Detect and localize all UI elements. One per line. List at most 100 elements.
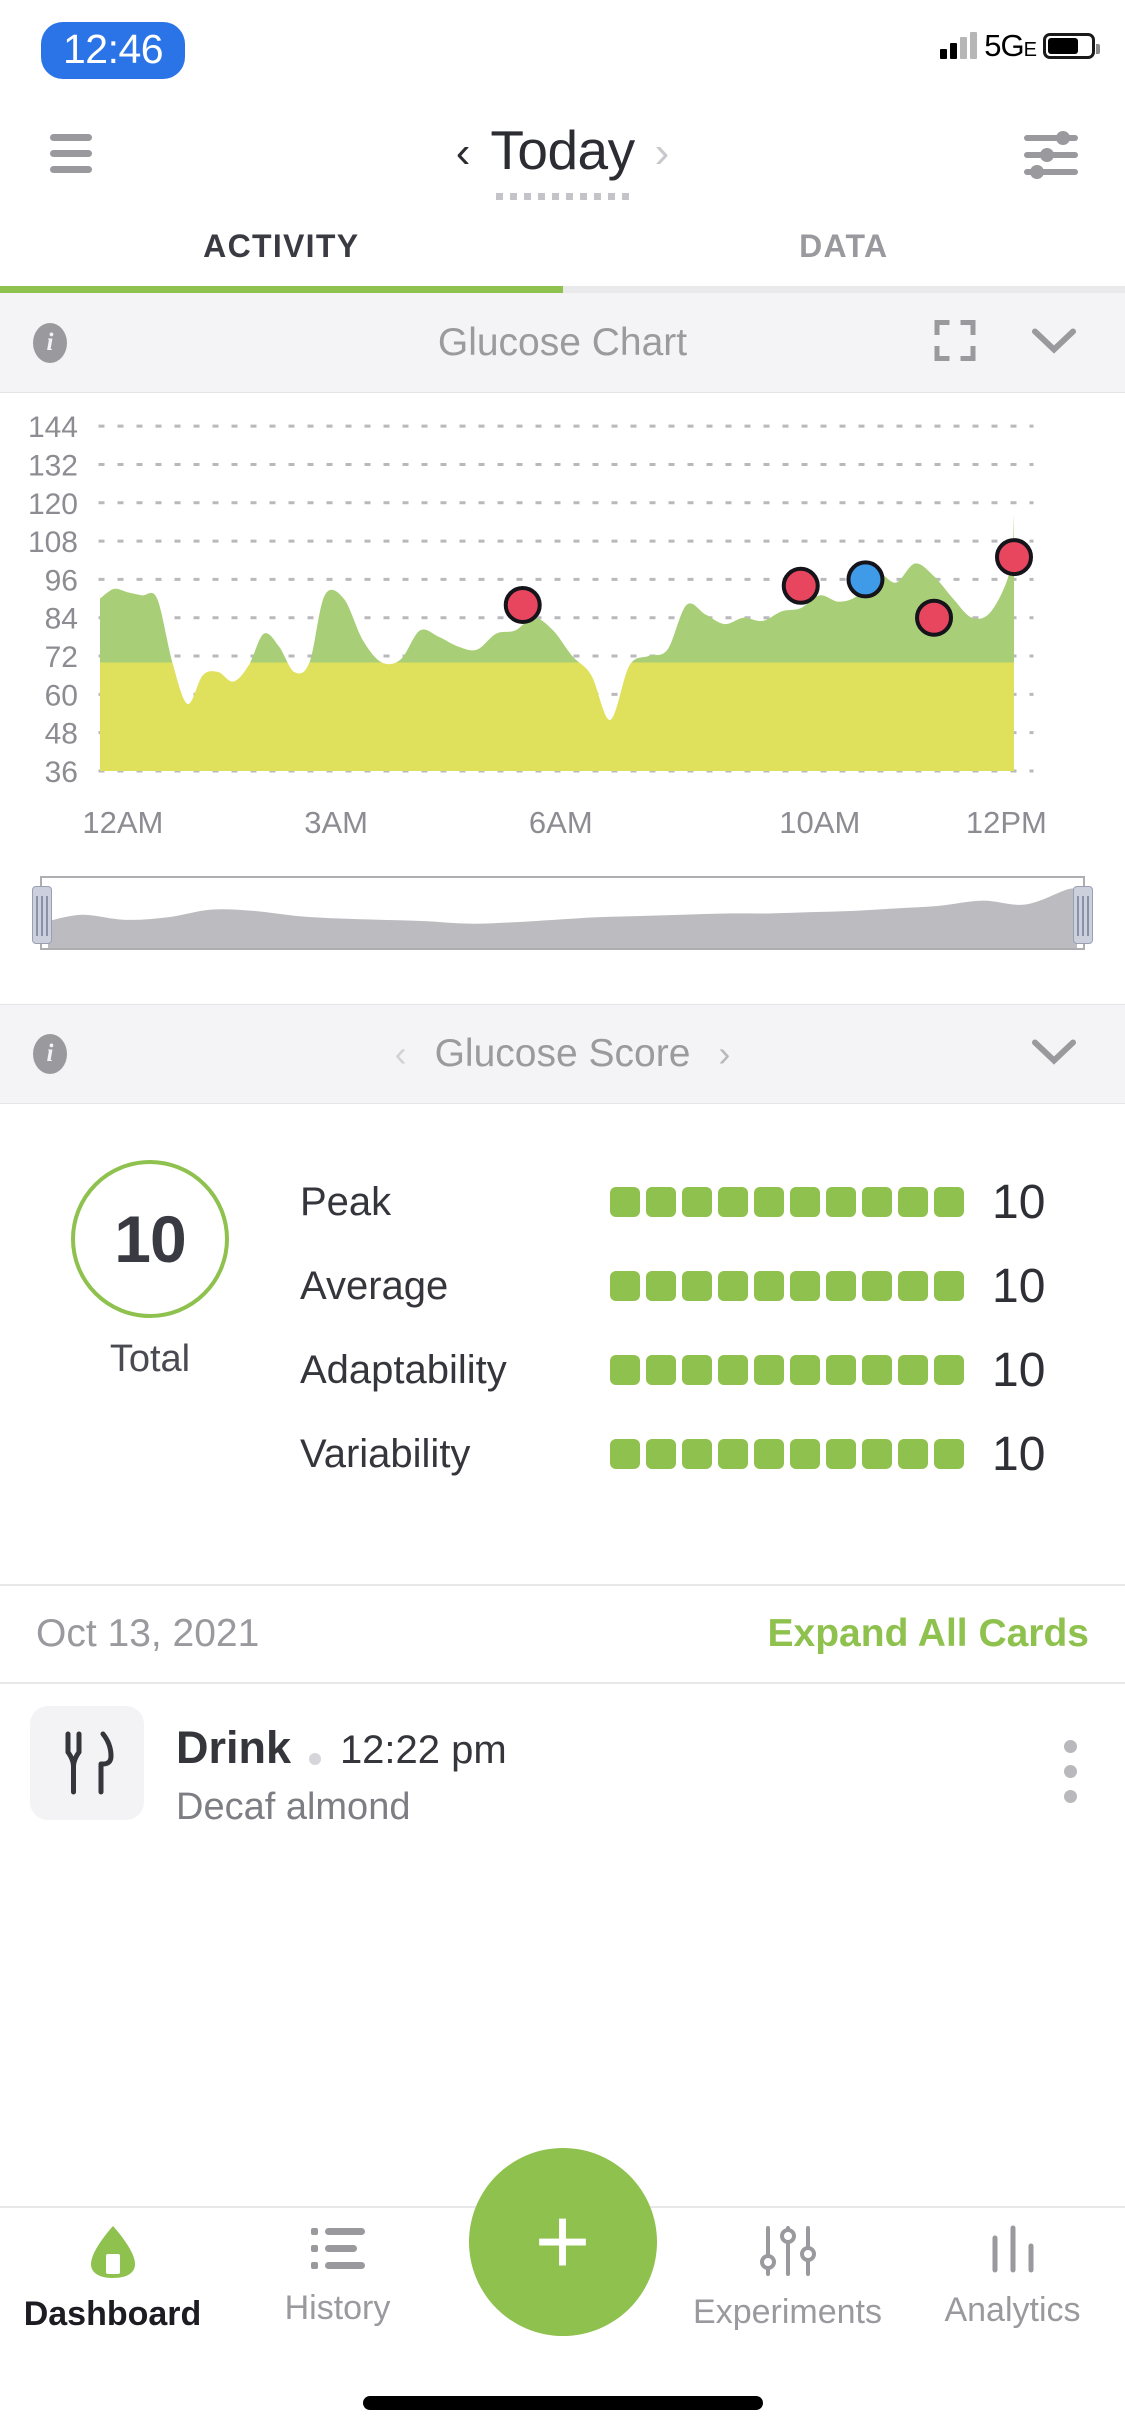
- metric-bar-segment: [646, 1271, 676, 1301]
- x-axis-tick: 12AM: [82, 805, 163, 840]
- metric-bar-segment: [718, 1271, 748, 1301]
- svg-text:96: 96: [45, 564, 78, 597]
- glucose-chart-svg[interactable]: 144132120108968472604836: [0, 393, 1125, 793]
- metric-bar: [610, 1271, 964, 1301]
- expand-all-cards-button[interactable]: Expand All Cards: [768, 1612, 1089, 1656]
- metric-bar-segment: [790, 1355, 820, 1385]
- chevron-down-icon[interactable]: [1031, 1038, 1077, 1071]
- chevron-left-icon[interactable]: ‹: [456, 131, 471, 175]
- list-item[interactable]: Drink 12:22 pm Decaf almond: [0, 1682, 1125, 1852]
- chevron-down-icon[interactable]: [1031, 326, 1077, 359]
- chevron-right-icon[interactable]: ›: [655, 131, 670, 175]
- add-entry-fab[interactable]: +: [469, 2148, 657, 2336]
- metric-bar-segment: [826, 1439, 856, 1469]
- entry-subtitle: Decaf almond: [176, 1786, 507, 1829]
- chart-range-scrubber[interactable]: [0, 858, 1125, 968]
- fullscreen-expand-icon[interactable]: [933, 318, 977, 367]
- nav-item-history[interactable]: History: [225, 2224, 450, 2358]
- scrubber-handle-left[interactable]: [32, 886, 52, 944]
- scrubber-track[interactable]: [40, 876, 1085, 950]
- metric-value: 10: [992, 1175, 1072, 1230]
- chevron-right-icon[interactable]: ›: [718, 1033, 730, 1075]
- metric-bar-segment: [754, 1439, 784, 1469]
- date-navigator: ‹ Today ›: [0, 118, 1125, 188]
- nav-item-dashboard[interactable]: Dashboard: [0, 2224, 225, 2358]
- filter-sliders-icon[interactable]: [1023, 128, 1079, 182]
- svg-text:72: 72: [45, 641, 78, 674]
- scrubber-preview: [42, 878, 1083, 948]
- metric-bar-segment: [718, 1355, 748, 1385]
- svg-text:108: 108: [28, 526, 78, 559]
- svg-text:132: 132: [28, 449, 78, 482]
- app-header: ‹ Today ›: [0, 96, 1125, 206]
- metric-bar-segment: [862, 1439, 892, 1469]
- metric-name: Average: [300, 1264, 610, 1309]
- metric-value: 10: [992, 1343, 1072, 1398]
- x-axis-tick: 10AM: [779, 805, 860, 840]
- entry-time: 12:22 pm: [340, 1728, 507, 1772]
- glucose-chart-title: Glucose Chart: [438, 321, 687, 365]
- total-score-value: 10: [114, 1201, 185, 1277]
- glucose-score-header: i ‹ Glucose Score ›: [0, 1004, 1125, 1104]
- metric-bar-segment: [610, 1271, 640, 1301]
- metric-bar-segment: [898, 1271, 928, 1301]
- metric-bar-segment: [682, 1187, 712, 1217]
- metric-bar-segment: [826, 1271, 856, 1301]
- glucose-score-body: 10 Total Peak10Average10Adaptability10Va…: [0, 1104, 1125, 1556]
- total-score: 10 Total: [0, 1160, 300, 1496]
- metric-bar-segment: [790, 1439, 820, 1469]
- tab-data[interactable]: DATA: [563, 206, 1125, 286]
- page-title[interactable]: Today: [490, 118, 634, 188]
- date-row: Oct 13, 2021 Expand All Cards: [0, 1586, 1125, 1682]
- metric-name: Variability: [300, 1432, 610, 1477]
- svg-text:48: 48: [45, 718, 78, 751]
- metric-bar-segment: [934, 1187, 964, 1217]
- battery-icon: [1043, 33, 1095, 59]
- tab-activity[interactable]: ACTIVITY: [0, 206, 563, 286]
- metric-bar-segment: [898, 1439, 928, 1469]
- metric-bar-segment: [862, 1355, 892, 1385]
- sliders-icon: [760, 2224, 816, 2283]
- glucose-chart-xaxis: 12AM3AM6AM10AM12PM: [0, 793, 1125, 853]
- svg-text:144: 144: [28, 411, 78, 444]
- fork-knife-icon: [30, 1706, 144, 1820]
- status-bar: 12:46 5GE: [0, 0, 1125, 96]
- metric-bar-segment: [754, 1271, 784, 1301]
- chevron-left-icon[interactable]: ‹: [395, 1033, 407, 1075]
- nav-item-analytics[interactable]: Analytics: [900, 2224, 1125, 2358]
- metric-bar-segment: [718, 1187, 748, 1217]
- tab-bar: ACTIVITY DATA: [0, 206, 1125, 286]
- nav-label-analytics: Analytics: [944, 2291, 1080, 2330]
- glucose-score-title: Glucose Score: [435, 1032, 691, 1076]
- metric-bar-segment: [826, 1355, 856, 1385]
- svg-text:120: 120: [28, 488, 78, 521]
- bottom-navigation: Dashboard History: [0, 2206, 1125, 2436]
- total-score-ring: 10: [71, 1160, 229, 1318]
- metric-bar: [610, 1439, 964, 1469]
- nav-label-dashboard: Dashboard: [24, 2295, 202, 2334]
- metric-bar-segment: [934, 1439, 964, 1469]
- separator-dot: [309, 1753, 321, 1765]
- svg-text:84: 84: [45, 603, 78, 636]
- score-metrics-list: Peak10Average10Adaptability10Variability…: [300, 1160, 1125, 1496]
- metric-bar-segment: [754, 1355, 784, 1385]
- x-axis-tick: 3AM: [304, 805, 368, 840]
- metric-name: Peak: [300, 1180, 610, 1225]
- metric-bar-segment: [610, 1355, 640, 1385]
- metric-bar-segment: [862, 1187, 892, 1217]
- scrubber-handle-right[interactable]: [1073, 886, 1093, 944]
- glucose-chart[interactable]: 144132120108968472604836: [0, 393, 1125, 793]
- metric-bar-segment: [682, 1355, 712, 1385]
- metric-bar-segment: [646, 1187, 676, 1217]
- bar-chart-icon: [987, 2224, 1039, 2281]
- x-axis-tick: 12PM: [966, 805, 1047, 840]
- status-time: 12:46: [41, 22, 185, 79]
- metric-bar-segment: [826, 1187, 856, 1217]
- home-icon: [87, 2224, 139, 2285]
- metric-bar-segment: [934, 1271, 964, 1301]
- kebab-menu-icon[interactable]: [1064, 1740, 1077, 1815]
- nav-item-experiments[interactable]: Experiments: [675, 2224, 900, 2358]
- metric-bar-segment: [898, 1355, 928, 1385]
- network-type-label: 5GE: [984, 28, 1036, 64]
- metric-row: Variability10: [300, 1412, 1095, 1496]
